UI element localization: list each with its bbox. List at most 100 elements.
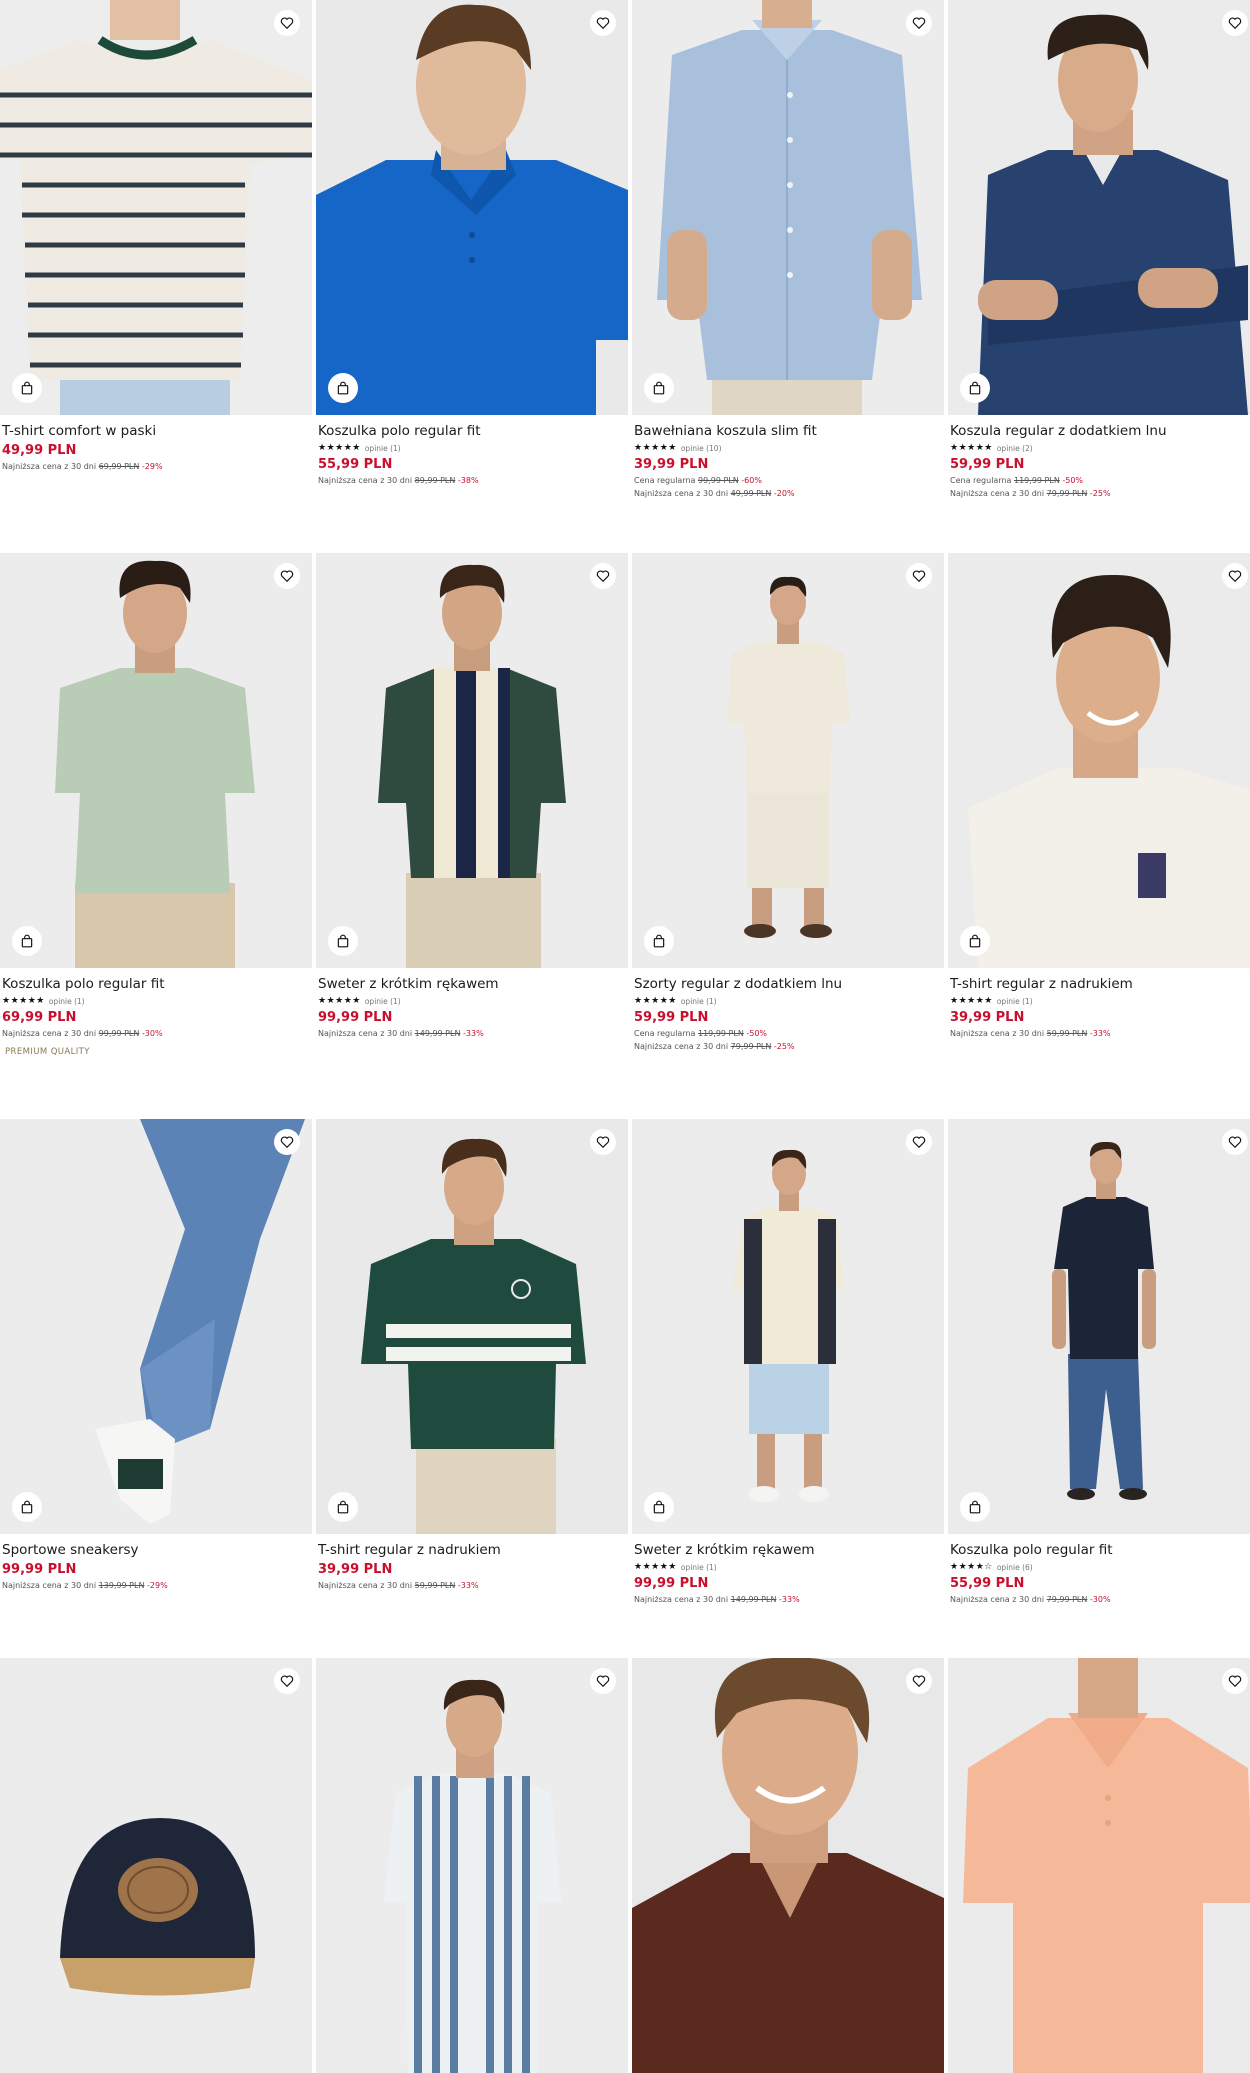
lowest-price-info: Najniższa cena z 30 dni 49,99 PLN -20% <box>634 488 942 499</box>
lowest-price-value: 79,99 PLN <box>1046 489 1088 498</box>
product-rating[interactable]: ★★★★★ opinie (1) <box>318 996 626 1007</box>
product-card[interactable]: Koszulka polo regular fit ★★★★☆ opinie (6… <box>948 1119 1250 1605</box>
add-to-cart-button[interactable] <box>960 373 990 403</box>
add-to-cart-button[interactable] <box>960 1492 990 1522</box>
product-image[interactable] <box>948 553 1250 968</box>
add-to-wishlist-button[interactable] <box>590 1668 616 1694</box>
add-to-wishlist-button[interactable] <box>906 1668 932 1694</box>
product-card[interactable]: Koszulka polo regular fit ★★★★★ opinie (1… <box>0 553 312 1057</box>
heart-icon <box>912 570 926 583</box>
product-name[interactable]: Koszulka polo regular fit <box>318 423 626 440</box>
product-card[interactable]: Sweter z krótkim rękawem ★★★★★ opinie (1)… <box>632 1119 944 1605</box>
product-card[interactable]: Koszulka polo regular fit ★★★★★ opinie (1… <box>316 0 628 486</box>
lowest-price-label: Najniższa cena z 30 dni <box>950 1029 1045 1038</box>
rating-stars: ★★★★★ <box>318 443 361 453</box>
product-card[interactable]: Sweter z krótkim rękawem ★★★★★ opinie (1)… <box>316 553 628 1039</box>
product-rating[interactable]: ★★★★★ opinie (2) <box>950 443 1250 454</box>
add-to-wishlist-button[interactable] <box>274 1129 300 1155</box>
product-image[interactable] <box>0 1658 312 2073</box>
add-to-wishlist-button[interactable] <box>1222 1668 1248 1694</box>
product-price: 59,99 PLN <box>950 457 1025 472</box>
add-to-wishlist-button[interactable] <box>906 10 932 36</box>
lowest-price-discount: -29% <box>147 1581 168 1590</box>
review-count: opinie (1) <box>680 997 717 1006</box>
product-image[interactable] <box>316 1658 628 2073</box>
product-image[interactable] <box>316 0 628 415</box>
product-name[interactable]: Sportowe sneakersy <box>2 1542 310 1559</box>
add-to-cart-button[interactable] <box>12 373 42 403</box>
product-image[interactable] <box>632 553 944 968</box>
product-image[interactable] <box>948 1658 1250 2073</box>
product-image[interactable] <box>632 1658 944 2073</box>
product-name[interactable]: Koszula regular z dodatkiem lnu <box>950 423 1250 440</box>
add-to-cart-button[interactable] <box>644 1492 674 1522</box>
product-card[interactable]: Szorty regular z dodatkiem lnu ★★★★★ opin… <box>632 553 944 1052</box>
product-card[interactable] <box>948 1658 1250 2073</box>
product-image[interactable] <box>948 1119 1250 1534</box>
product-name[interactable]: Szorty regular z dodatkiem lnu <box>634 976 942 993</box>
product-image[interactable] <box>0 0 312 415</box>
product-card[interactable] <box>316 1658 628 2073</box>
product-photo <box>632 0 944 415</box>
product-name[interactable]: Sweter z krótkim rękawem <box>318 976 626 993</box>
product-image[interactable] <box>316 553 628 968</box>
lowest-price-info: Najniższa cena z 30 dni 69,99 PLN -29% <box>2 461 310 472</box>
add-to-wishlist-button[interactable] <box>590 563 616 589</box>
product-image[interactable] <box>316 1119 628 1534</box>
lowest-price-discount: -33% <box>779 1595 800 1604</box>
add-to-wishlist-button[interactable] <box>906 1129 932 1155</box>
product-card[interactable]: T-shirt comfort w paski 49,99 PLN Najniż… <box>0 0 312 472</box>
product-image[interactable] <box>632 1119 944 1534</box>
add-to-cart-button[interactable] <box>644 373 674 403</box>
add-to-wishlist-button[interactable] <box>274 563 300 589</box>
product-rating[interactable]: ★★★★★ opinie (1) <box>634 996 942 1007</box>
add-to-cart-button[interactable] <box>328 926 358 956</box>
add-to-wishlist-button[interactable] <box>590 1129 616 1155</box>
product-name[interactable]: T-shirt regular z nadrukiem <box>950 976 1250 993</box>
product-name[interactable]: Koszulka polo regular fit <box>2 976 310 993</box>
product-card[interactable] <box>0 1658 312 2073</box>
product-image[interactable] <box>948 0 1250 415</box>
product-rating[interactable]: ★★★★★ opinie (1) <box>2 996 310 1007</box>
add-to-cart-button[interactable] <box>12 1492 42 1522</box>
product-card[interactable]: Koszula regular z dodatkiem lnu ★★★★★ opi… <box>948 0 1250 499</box>
add-to-wishlist-button[interactable] <box>1222 10 1248 36</box>
product-image[interactable] <box>0 1119 312 1534</box>
lowest-price-discount: -29% <box>141 462 163 471</box>
product-card[interactable]: T-shirt regular z nadrukiem 39,99 PLN Na… <box>316 1119 628 1591</box>
add-to-wishlist-button[interactable] <box>590 10 616 36</box>
review-count: opinie (1) <box>48 997 85 1006</box>
lowest-price-info: Najniższa cena z 30 dni 79,99 PLN -25% <box>634 1041 942 1052</box>
add-to-wishlist-button[interactable] <box>906 563 932 589</box>
product-rating[interactable]: ★★★★★ opinie (10) <box>634 443 942 454</box>
add-to-wishlist-button[interactable] <box>1222 1129 1248 1155</box>
product-name[interactable]: Bawełniana koszula slim fit <box>634 423 942 440</box>
regular-price-value: 119,99 PLN <box>1014 476 1060 485</box>
add-to-cart-button[interactable] <box>644 926 674 956</box>
product-name[interactable]: Sweter z krótkim rękawem <box>634 1542 942 1559</box>
add-to-wishlist-button[interactable] <box>274 1668 300 1694</box>
add-to-cart-button[interactable] <box>328 373 358 403</box>
product-name[interactable]: T-shirt comfort w paski <box>2 423 310 440</box>
add-to-wishlist-button[interactable] <box>274 10 300 36</box>
add-to-wishlist-button[interactable] <box>1222 563 1248 589</box>
product-rating[interactable]: ★★★★☆ opinie (6) <box>950 1562 1250 1573</box>
product-price: 99,99 PLN <box>2 1562 77 1577</box>
product-card[interactable]: T-shirt regular z nadrukiem ★★★★★ opinie … <box>948 553 1250 1039</box>
product-card[interactable]: Sportowe sneakersy 99,99 PLN Najniższa c… <box>0 1119 312 1591</box>
product-name[interactable]: Koszulka polo regular fit <box>950 1542 1250 1559</box>
product-card[interactable]: Bawełniana koszula slim fit ★★★★★ opinie … <box>632 0 944 499</box>
product-image[interactable] <box>0 553 312 968</box>
product-name[interactable]: T-shirt regular z nadrukiem <box>318 1542 626 1559</box>
product-rating[interactable]: ★★★★★ opinie (1) <box>318 443 626 454</box>
product-card[interactable] <box>632 1658 944 2073</box>
add-to-cart-button[interactable] <box>12 926 42 956</box>
product-rating[interactable]: ★★★★★ opinie (1) <box>634 1562 942 1573</box>
product-rating[interactable]: ★★★★★ opinie (1) <box>950 996 1250 1007</box>
add-to-cart-button[interactable] <box>328 1492 358 1522</box>
lowest-price-value: 149,99 PLN <box>414 1029 461 1038</box>
add-to-cart-button[interactable] <box>960 926 990 956</box>
product-image[interactable] <box>632 0 944 415</box>
rating-stars: ★★★★★ <box>634 443 677 453</box>
lowest-price-info: Najniższa cena z 30 dni 79,99 PLN -30% <box>950 1594 1250 1605</box>
